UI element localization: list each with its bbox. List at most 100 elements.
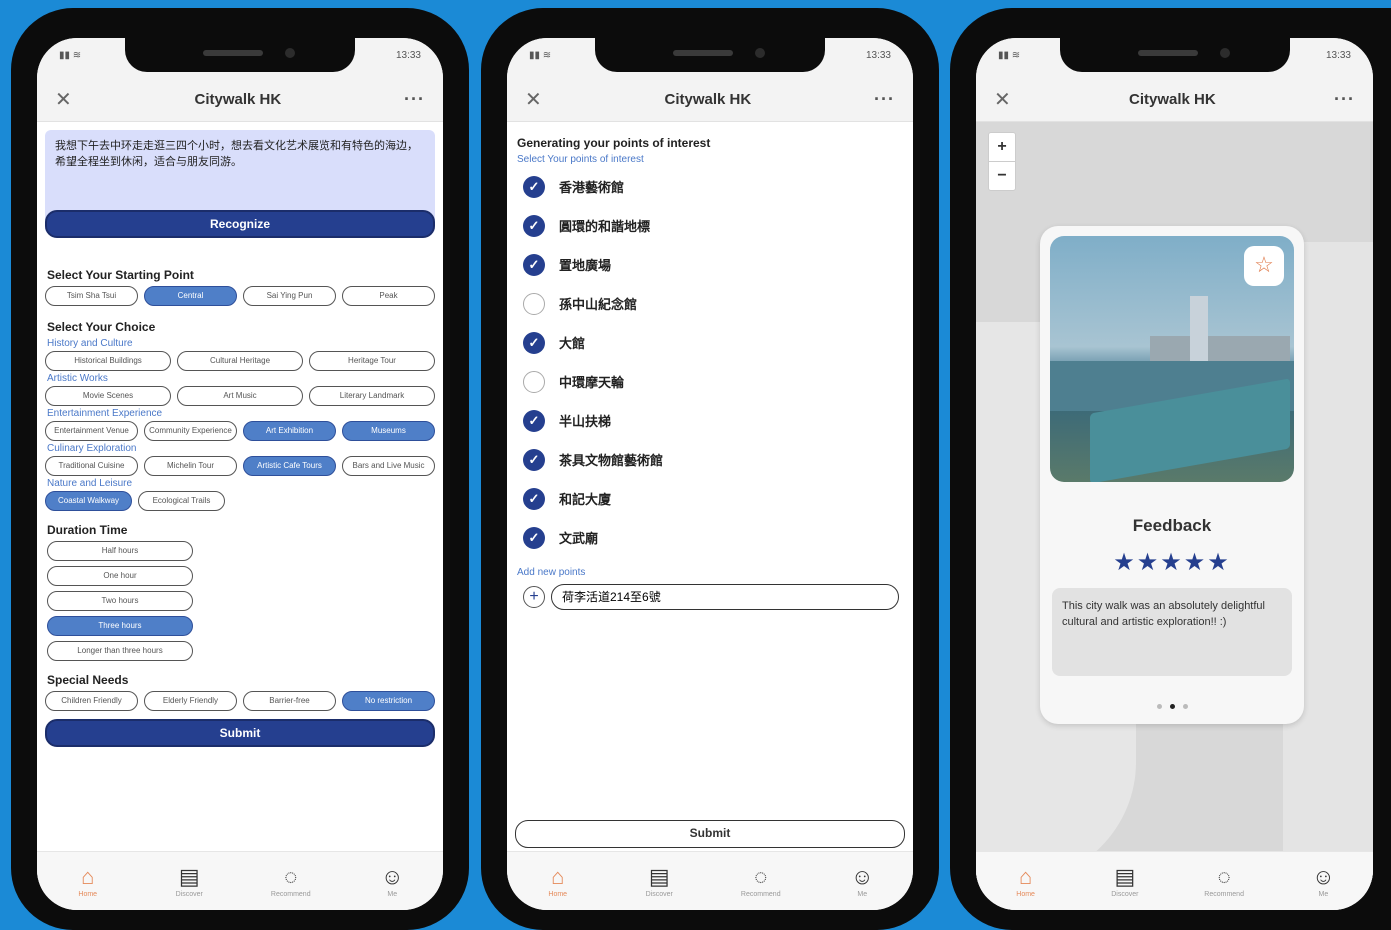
screen: ▮▮ ≋ 13:33 ✕ Citywalk HK ··· Generating … xyxy=(507,38,913,910)
special-need-option[interactable]: Children Friendly xyxy=(45,691,138,711)
star-icon[interactable]: ★ xyxy=(1137,549,1161,576)
choice-group-title: Nature and Leisure xyxy=(47,478,133,489)
more-icon[interactable]: ··· xyxy=(1334,89,1355,110)
checked-icon[interactable]: ✓ xyxy=(523,526,545,549)
choice-option[interactable]: Entertainment Venue xyxy=(45,421,138,441)
nav-me[interactable]: ☺ Me xyxy=(832,864,892,898)
checked-icon[interactable]: ✓ xyxy=(523,331,545,354)
home-icon: ⌂ xyxy=(81,863,95,889)
more-icon[interactable]: ··· xyxy=(874,89,895,110)
screen: ▮▮ ≋ 13:33 ✕ Citywalk HK ··· 我想下午去中环走走逛三… xyxy=(37,38,443,910)
book-icon: ▤ xyxy=(648,863,670,889)
choice-option[interactable]: Traditional Cuisine xyxy=(45,456,138,476)
more-icon[interactable]: ··· xyxy=(404,89,425,110)
nav-discover[interactable]: ▤ Discover xyxy=(629,863,689,898)
nav-recommend[interactable]: ◌ Recommend xyxy=(1194,864,1254,898)
starting-option[interactable]: Peak xyxy=(342,286,435,306)
choice-option[interactable]: Museums xyxy=(342,421,435,441)
duration-option[interactable]: One hour xyxy=(47,566,193,586)
duration-option[interactable]: Two hours xyxy=(47,591,193,611)
point-item[interactable]: ✓ 文武廟 xyxy=(515,518,905,557)
point-label: 茶具文物館藝術館 xyxy=(559,453,664,468)
close-icon[interactable]: ✕ xyxy=(525,87,542,112)
star-icon[interactable]: ★ xyxy=(1113,549,1137,576)
page-dot[interactable] xyxy=(1169,704,1175,709)
duration-options: Half hours One hour Two hours Three hours Lo… xyxy=(45,541,435,661)
starting-option[interactable]: Sai Ying Pun xyxy=(243,286,336,306)
choice-option[interactable]: Art Music xyxy=(177,386,303,406)
nav-me[interactable]: ☺ Me xyxy=(362,864,422,898)
point-item[interactable]: ✓ 茶具文物館藝術館 xyxy=(515,440,905,479)
close-icon[interactable]: ✕ xyxy=(994,87,1011,112)
checked-icon[interactable]: ✓ xyxy=(523,175,545,198)
zoom-in-button[interactable]: + xyxy=(989,133,1015,161)
notch xyxy=(125,38,355,72)
choice-option[interactable]: Cultural Heritage xyxy=(177,351,303,371)
choice-option[interactable]: Artistic Cafe Tours xyxy=(243,456,336,476)
add-icon[interactable]: + xyxy=(523,586,545,608)
nav-label: Discover xyxy=(645,890,673,898)
checked-icon[interactable]: ✓ xyxy=(523,409,545,432)
checked-icon[interactable]: ✓ xyxy=(523,487,545,510)
point-item[interactable]: ✓ 香港藝術館 xyxy=(515,167,905,206)
starting-option[interactable]: Central xyxy=(144,286,237,306)
nav-label: Me xyxy=(857,890,868,898)
choice-option[interactable]: Historical Buildings xyxy=(45,351,171,371)
nav-me[interactable]: ☺ Me xyxy=(1293,864,1353,898)
point-item[interactable]: ✓ 和記大廈 xyxy=(515,479,905,518)
page-dot[interactable] xyxy=(1156,704,1162,709)
checked-icon[interactable]: ✓ xyxy=(523,448,545,471)
close-icon[interactable]: ✕ xyxy=(55,87,72,112)
duration-option[interactable]: Longer than three hours xyxy=(47,641,193,661)
special-need-option[interactable]: Elderly Friendly xyxy=(144,691,237,711)
point-item[interactable]: ✓ 圓環的和諧地標 xyxy=(515,206,905,245)
point-item[interactable]: ✓ 孫中山紀念館 xyxy=(515,284,905,323)
duration-option[interactable]: Three hours xyxy=(47,616,193,636)
duration-option[interactable]: Half hours xyxy=(47,541,193,561)
recognize-button[interactable]: Recognize xyxy=(45,210,435,238)
choice-option[interactable]: Ecological Trails xyxy=(138,491,225,511)
nav-home[interactable]: ⌂ Home xyxy=(528,864,588,898)
nav-discover[interactable]: ▤ Discover xyxy=(159,864,219,898)
nav-recommend[interactable]: ◌ Recommend xyxy=(731,864,791,898)
choice-group-title: Culinary Exploration xyxy=(47,443,137,454)
choice-option[interactable]: Coastal Walkway xyxy=(45,491,132,511)
zoom-out-button[interactable]: − xyxy=(989,161,1015,190)
map[interactable]: + − ☆ Feedback ★★★★★ This city walk was … xyxy=(976,122,1373,910)
submit-button[interactable]: Submit xyxy=(45,719,435,747)
choice-option[interactable]: Movie Scenes xyxy=(45,386,171,406)
special-need-option[interactable]: Barrier-free xyxy=(243,691,336,711)
star-icon[interactable]: ★ xyxy=(1184,549,1208,576)
nav-recommend[interactable]: ◌ Recommend xyxy=(261,864,321,898)
unchecked-icon[interactable]: ✓ xyxy=(523,292,545,315)
starting-option[interactable]: Tsim Sha Tsui xyxy=(45,286,138,306)
nav-discover[interactable]: ▤ Discover xyxy=(1095,864,1155,898)
rating-stars[interactable]: ★★★★★ xyxy=(1040,548,1304,577)
choice-option[interactable]: Community Experience xyxy=(144,421,237,441)
nav-home[interactable]: ⌂ Home xyxy=(996,864,1056,898)
favorite-icon[interactable]: ☆ xyxy=(1244,246,1284,286)
points-heading: Generating your points of interest xyxy=(517,136,711,150)
point-item[interactable]: ✓ 大館 xyxy=(515,323,905,362)
checked-icon[interactable]: ✓ xyxy=(523,214,545,237)
choice-option[interactable]: Art Exhibition xyxy=(243,421,336,441)
checked-icon[interactable]: ✓ xyxy=(523,253,545,276)
submit-button[interactable]: Submit xyxy=(515,820,905,848)
star-icon[interactable]: ★ xyxy=(1207,549,1231,576)
choice-option[interactable]: Michelin Tour xyxy=(144,456,237,476)
special-need-option[interactable]: No restriction xyxy=(342,691,435,711)
point-item[interactable]: ✓ 半山扶梯 xyxy=(515,401,905,440)
choice-option[interactable]: Bars and Live Music xyxy=(342,456,435,476)
point-item[interactable]: ✓ 中環摩天輪 xyxy=(515,362,905,401)
location-photo: ☆ xyxy=(1050,236,1294,482)
unchecked-icon[interactable]: ✓ xyxy=(523,370,545,393)
choice-option[interactable]: Literary Landmark xyxy=(309,386,435,406)
nav-home[interactable]: ⌂ Home xyxy=(58,863,118,898)
point-item[interactable]: ✓ 置地廣場 xyxy=(515,245,905,284)
add-point-input[interactable]: 荷李活道214至6號 xyxy=(551,584,899,610)
choice-option[interactable]: Heritage Tour xyxy=(309,351,435,371)
star-icon[interactable]: ★ xyxy=(1160,549,1184,576)
feedback-text[interactable]: This city walk was an absolutely delight… xyxy=(1052,588,1292,676)
status-time: 13:33 xyxy=(865,50,891,61)
page-dot[interactable] xyxy=(1182,704,1188,709)
